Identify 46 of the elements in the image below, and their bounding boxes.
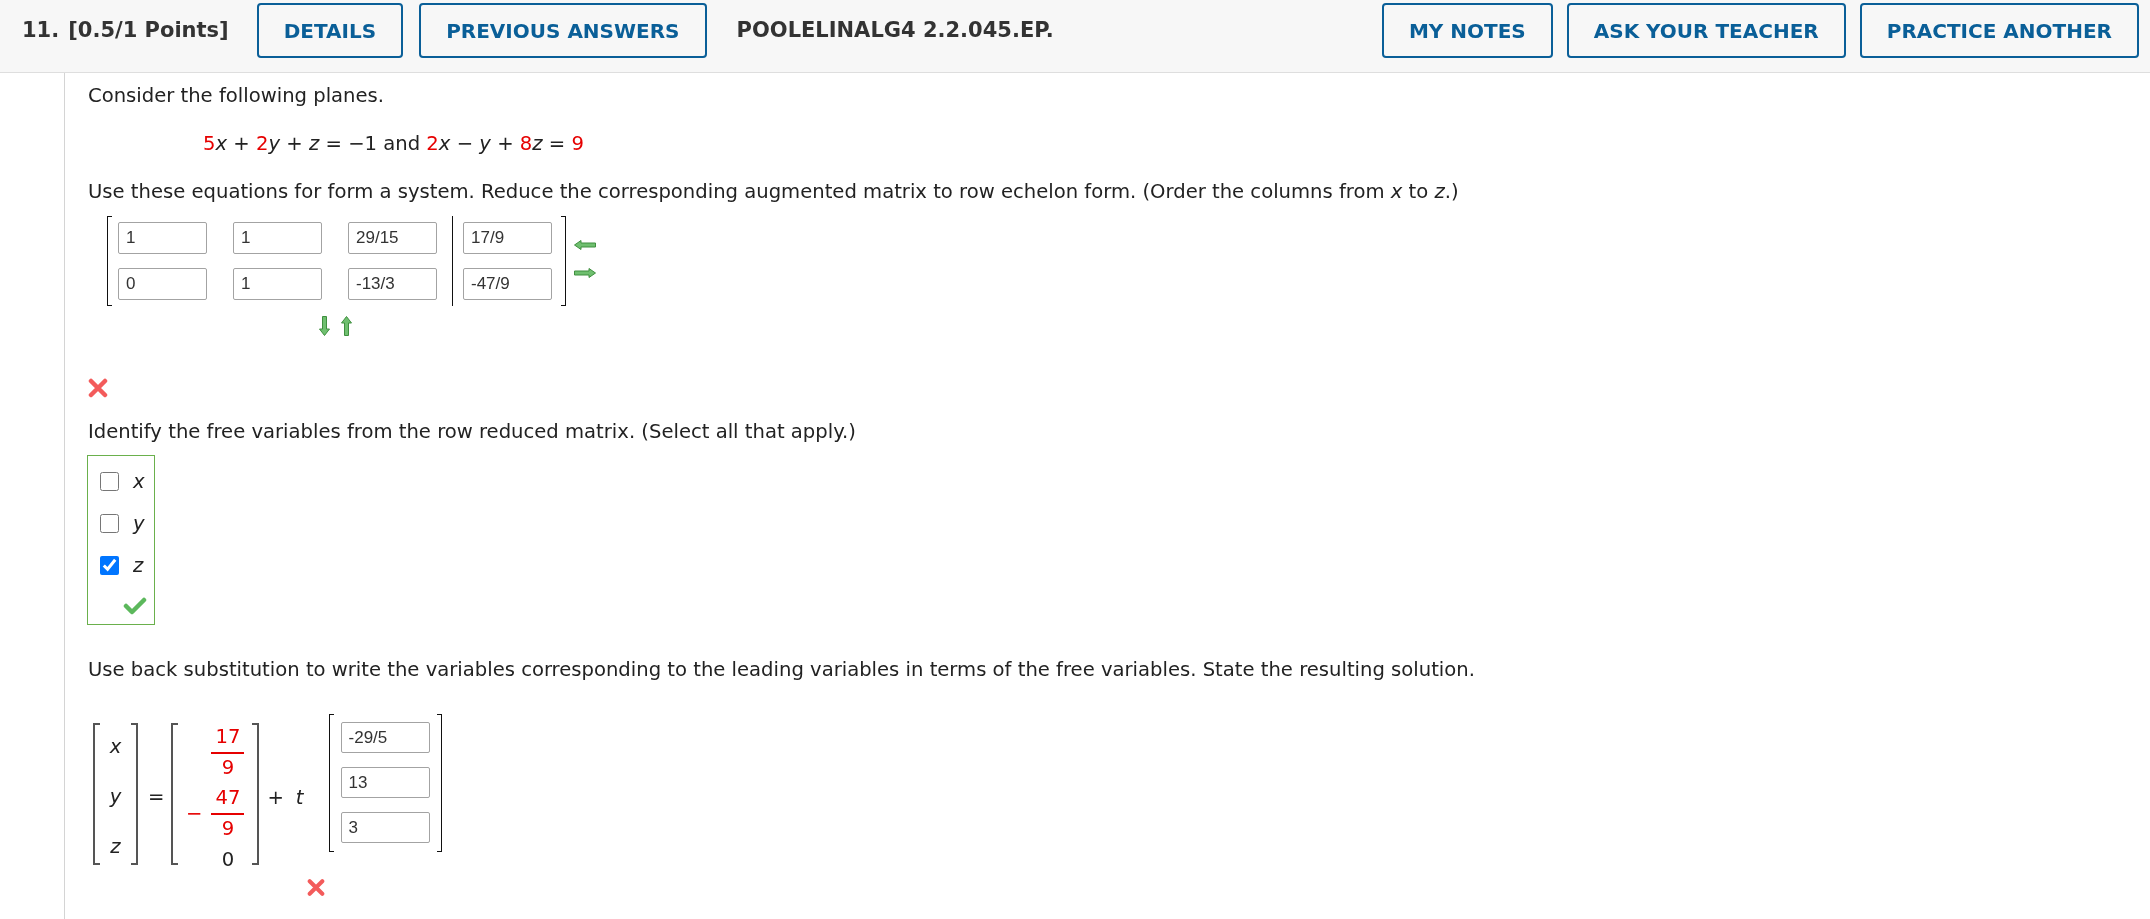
up-arrow-icon[interactable] <box>341 316 352 336</box>
option-label: z <box>133 556 144 575</box>
fraction-denominator: 9 <box>221 819 235 839</box>
answer-field[interactable]: 1 <box>118 222 207 254</box>
equation: 5x + 2y + z = −1 and 2x − y + 8z = 9 <box>203 133 584 155</box>
plus-sign: + <box>267 787 284 809</box>
parameter-label: t <box>295 787 304 809</box>
variable-label: y <box>109 786 122 808</box>
instruction-text: Identify the free variables from the row reduced matrix. (Select all that apply.) <box>88 421 856 443</box>
answer-field[interactable]: -13/3 <box>348 268 437 300</box>
fraction-numerator: 17 <box>215 727 241 747</box>
down-arrow-icon[interactable] <box>319 316 330 336</box>
variable-label: x <box>109 736 122 758</box>
instruction-text: Use these equations for form a system. Reduce the corresponding augmented matrix to row echelon form. (Order the columns from x to z.) <box>88 181 1459 203</box>
variable-label: z <box>110 836 121 858</box>
toolbar-button[interactable]: DETAILS <box>256 3 404 58</box>
answer-field[interactable]: -29/5 <box>340 722 430 753</box>
problem-code: POOLELINALG4 2.2.045.EP. <box>736 16 1054 44</box>
fraction-numerator: 47 <box>215 788 241 808</box>
minus-sign: − <box>186 803 203 824</box>
question-text: Consider the following planes. <box>88 85 384 107</box>
answer-field[interactable]: 1 <box>233 222 322 254</box>
checkbox[interactable] <box>100 556 119 575</box>
right-arrow-icon[interactable] <box>574 268 596 278</box>
left-arrow-icon[interactable] <box>574 240 596 250</box>
toolbar-button[interactable]: PREVIOUS ANSWERS <box>419 3 707 58</box>
equals-sign: = <box>148 786 165 808</box>
option-label: y <box>133 514 145 533</box>
points-label: [0.5/1 Points] <box>68 16 229 44</box>
toolbar-button[interactable]: ASK YOUR TEACHER <box>1566 3 1846 58</box>
toolbar-button[interactable]: PRACTICE ANOTHER <box>1859 3 2139 58</box>
answer-field[interactable]: 3 <box>340 812 430 843</box>
option-label: x <box>133 472 145 491</box>
answer-field[interactable]: 29/15 <box>348 222 437 254</box>
checkbox[interactable] <box>100 472 119 491</box>
checkbox[interactable] <box>100 514 119 533</box>
answer-field[interactable]: 17/9 <box>463 222 552 254</box>
instruction-text: Use back substitution to write the variables corresponding to the leading variables in terms of the free variables. State the resulting solution. <box>88 659 1475 681</box>
question-number: 11. <box>22 16 60 44</box>
vector-entry: 0 <box>220 850 236 870</box>
answer-field[interactable]: 1 <box>233 268 322 300</box>
toolbar-button[interactable]: MY NOTES <box>1381 3 1553 58</box>
answer-field[interactable]: 0 <box>118 268 207 300</box>
answer-field[interactable]: 13 <box>340 767 430 798</box>
fraction-denominator: 9 <box>221 758 235 778</box>
answer-field[interactable]: -47/9 <box>463 268 552 300</box>
